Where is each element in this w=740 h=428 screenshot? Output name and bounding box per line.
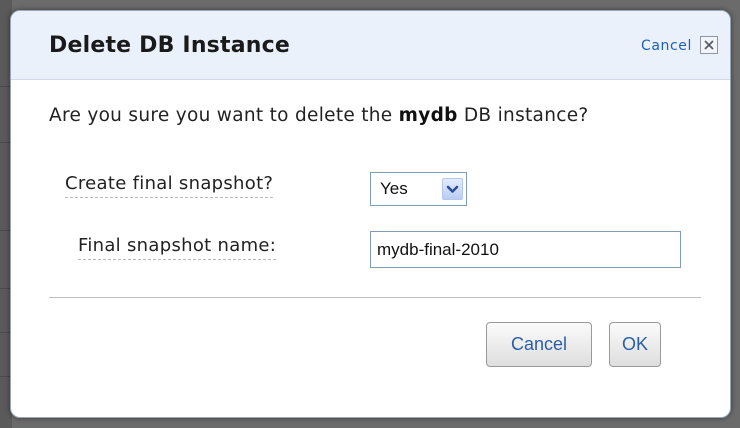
select-value: Yes: [380, 179, 408, 198]
dialog-header: Delete DB Instance Cancel: [11, 11, 730, 80]
message-suffix: DB instance?: [457, 105, 589, 126]
final-snapshot-name-input[interactable]: [370, 231, 681, 268]
delete-db-instance-dialog: Delete DB Instance Cancel Are you sure y…: [10, 10, 731, 418]
create-final-snapshot-label: Create final snapshot?: [65, 173, 274, 198]
dialog-divider: [49, 297, 701, 298]
dialog-title: Delete DB Instance: [49, 33, 290, 58]
close-icon[interactable]: [700, 36, 718, 54]
instance-name: mydb: [398, 105, 458, 126]
final-snapshot-name-label: Final snapshot name:: [78, 235, 277, 260]
header-cancel-link[interactable]: Cancel: [641, 38, 692, 54]
ok-button[interactable]: OK: [609, 322, 661, 367]
create-final-snapshot-select[interactable]: Yes: [370, 172, 467, 206]
message-prefix: Are you sure you want to delete the: [49, 105, 399, 126]
confirmation-message: Are you sure you want to delete the mydb…: [49, 103, 709, 128]
cancel-button[interactable]: Cancel: [486, 322, 592, 367]
chevron-down-icon[interactable]: [442, 178, 463, 200]
